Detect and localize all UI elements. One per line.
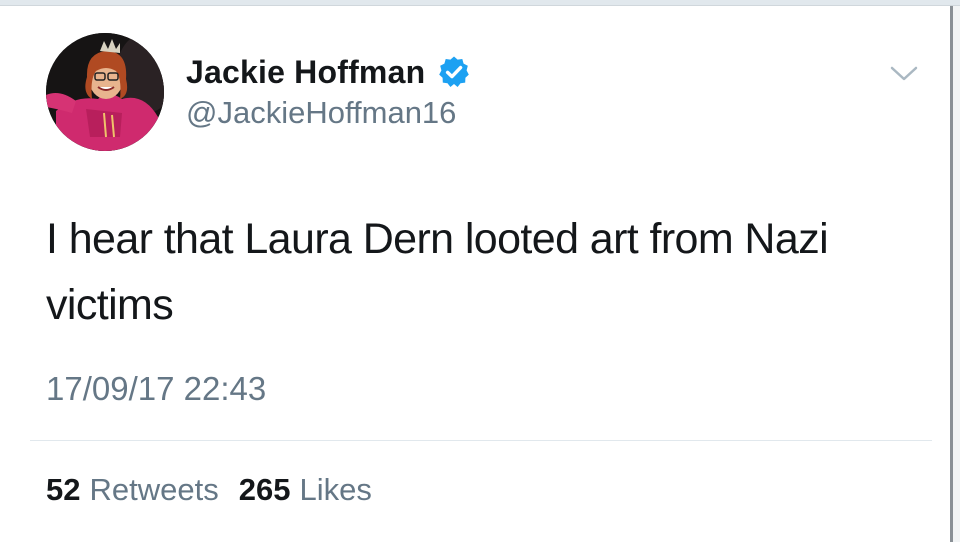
divider bbox=[30, 440, 932, 441]
tweet-timestamp[interactable]: 17/09/17 22:43 bbox=[46, 370, 266, 408]
retweets-label: Retweets bbox=[89, 472, 219, 507]
retweets-stat[interactable]: 52 Retweets bbox=[46, 472, 219, 508]
tweet-stats: 52 Retweets 265 Likes bbox=[46, 472, 372, 508]
scrollbar[interactable] bbox=[950, 6, 960, 542]
author-row[interactable]: Jackie Hoffman bbox=[186, 50, 471, 94]
verified-badge-icon bbox=[437, 55, 471, 89]
likes-stat[interactable]: 265 Likes bbox=[239, 472, 372, 508]
user-handle[interactable]: @JackieHoffman16 bbox=[186, 95, 456, 131]
avatar[interactable] bbox=[46, 33, 164, 151]
display-name[interactable]: Jackie Hoffman bbox=[186, 54, 425, 91]
tweet-text: I hear that Laura Dern looted art from N… bbox=[46, 215, 829, 329]
avatar-image bbox=[46, 33, 164, 151]
likes-label: Likes bbox=[299, 472, 372, 507]
chevron-down-icon[interactable] bbox=[889, 62, 919, 86]
likes-count: 265 bbox=[238, 472, 291, 507]
retweets-count: 52 bbox=[46, 472, 81, 507]
top-border bbox=[0, 0, 960, 6]
